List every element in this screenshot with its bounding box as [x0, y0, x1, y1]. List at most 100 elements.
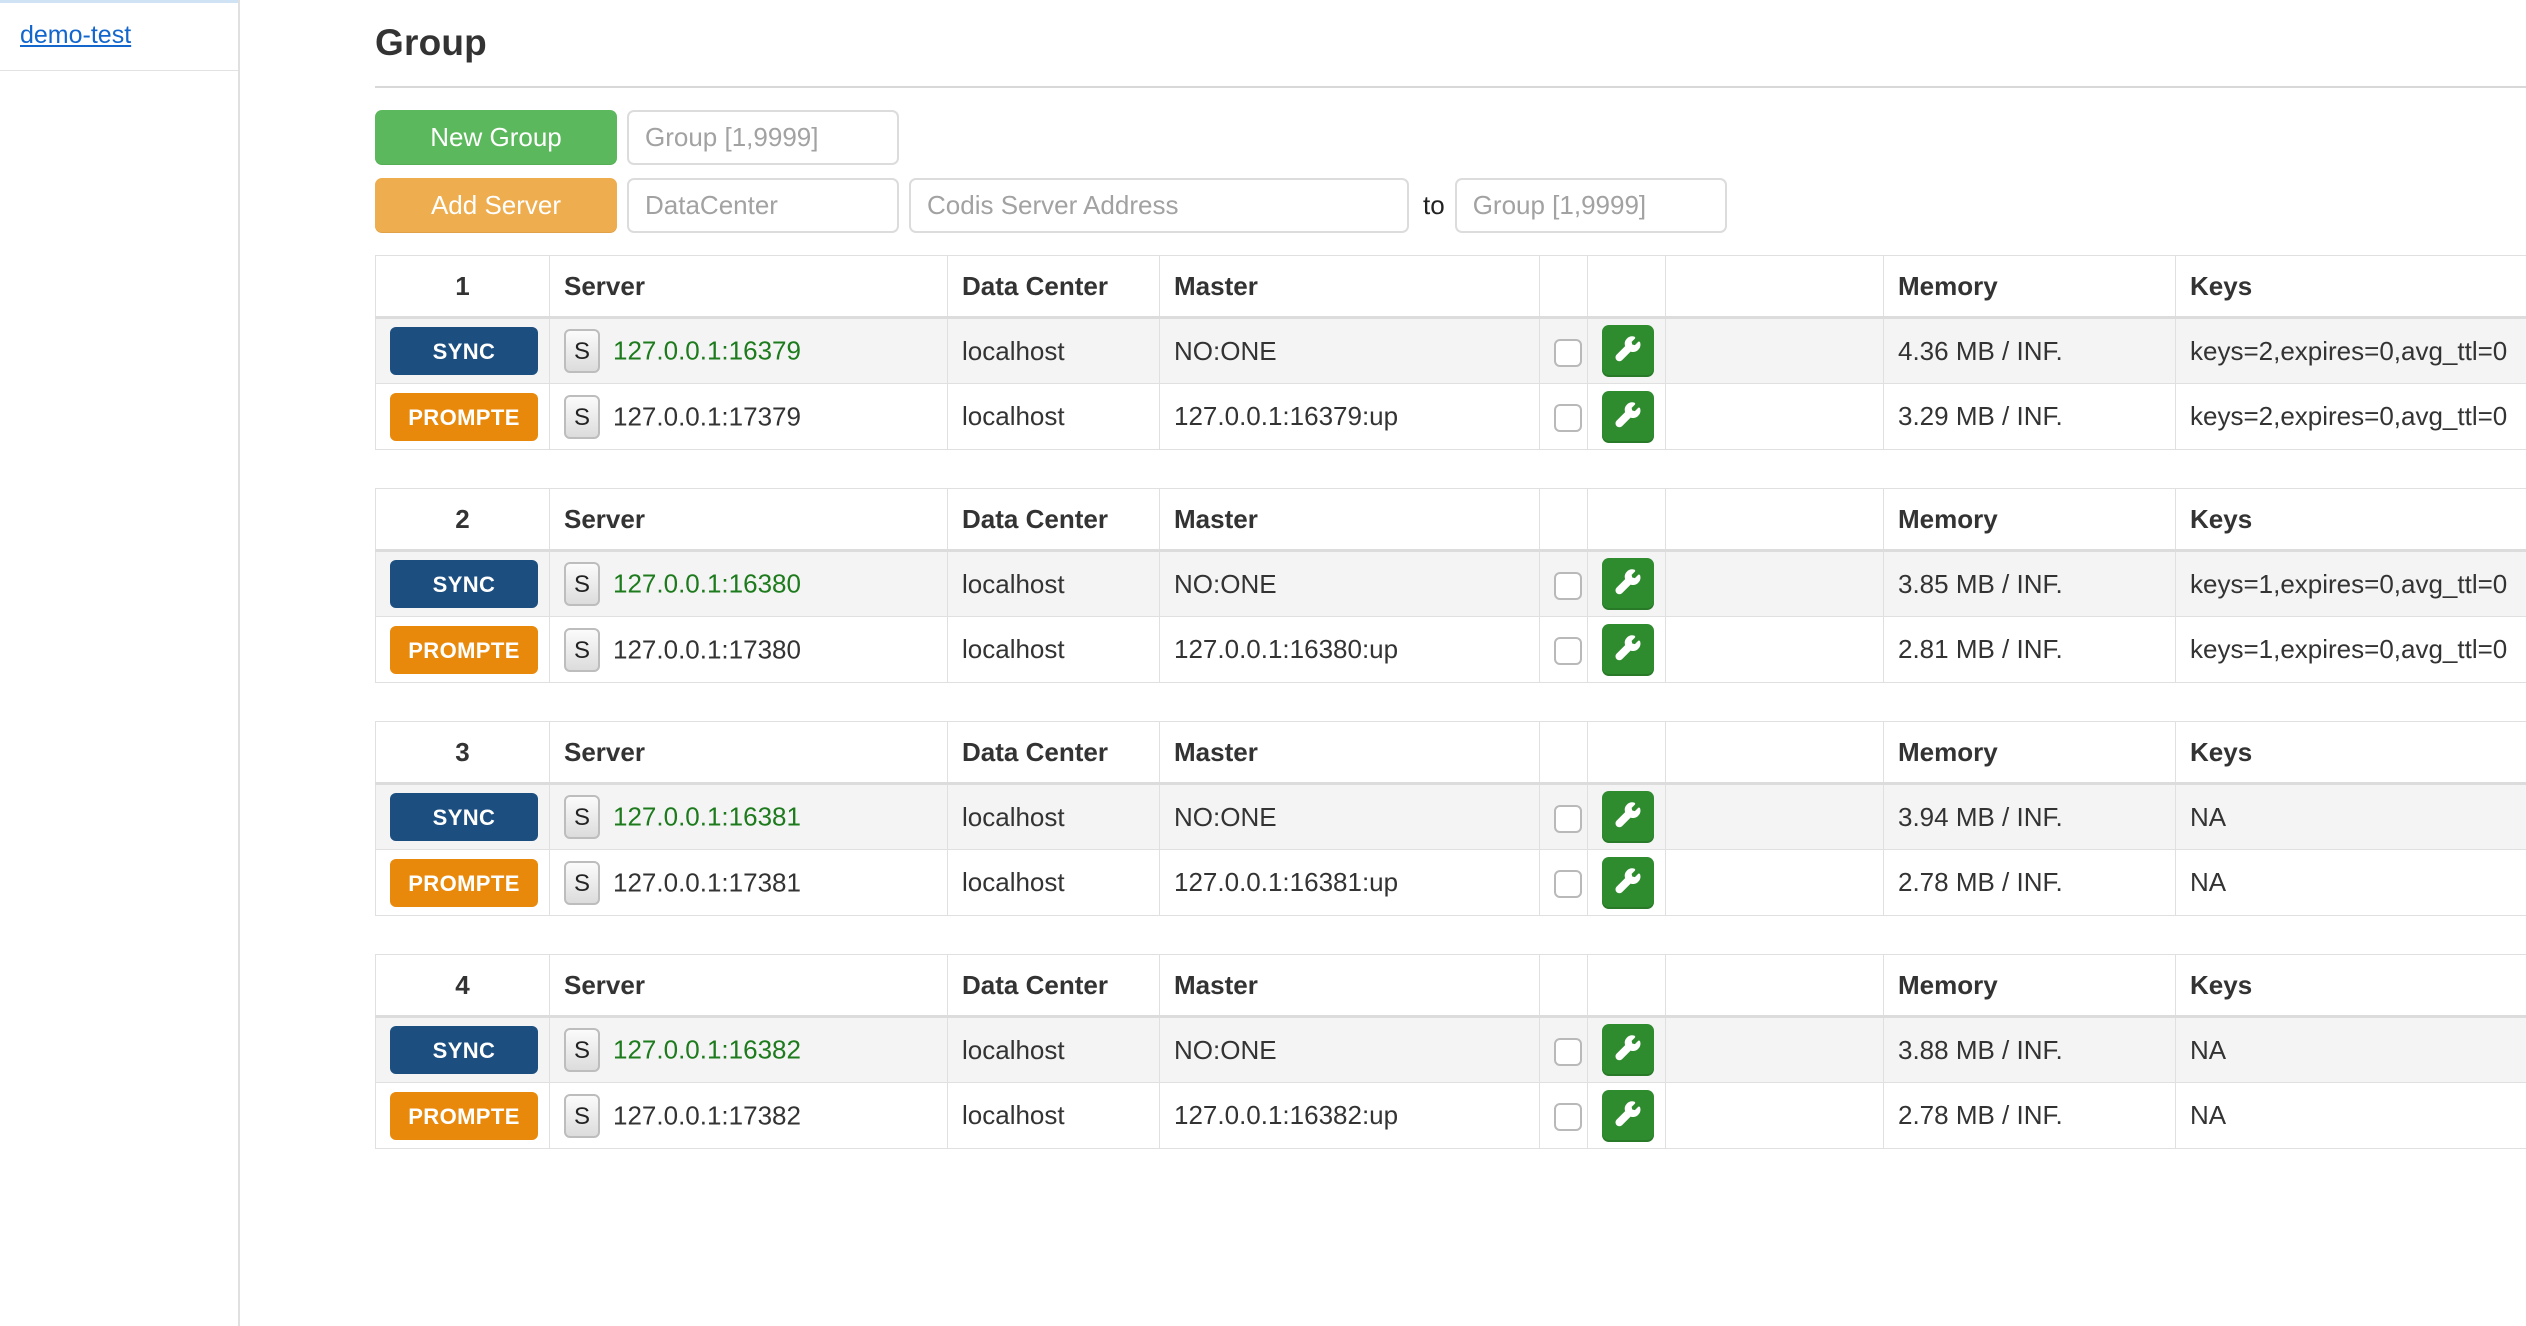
row-settings-cell	[1588, 850, 1666, 916]
wrench-icon[interactable]	[1602, 1024, 1654, 1076]
master-header: Master	[1160, 256, 1540, 318]
wrench-icon[interactable]	[1602, 624, 1654, 676]
data-center-cell: localhost	[948, 318, 1160, 384]
master-header: Master	[1160, 722, 1540, 784]
server-address[interactable]: 127.0.0.1:17380	[613, 634, 801, 664]
wrench-icon[interactable]	[1602, 857, 1654, 909]
add-server-button[interactable]: Add Server	[375, 178, 617, 233]
row-checkbox[interactable]	[1554, 870, 1582, 898]
table-row: SYNC S 127.0.0.1:16380 localhostNO:ONE 3.85 …	[376, 551, 2526, 617]
slave-badge[interactable]: S	[564, 795, 600, 839]
keys-cell: NA	[2176, 784, 2526, 850]
server-header: Server	[550, 489, 948, 551]
codis-group-page: demo-test Group New Group Add Server to …	[0, 0, 2526, 1326]
codis-server-address-input[interactable]	[909, 178, 1409, 233]
select-header	[1540, 722, 1588, 784]
group-table-body: SYNCS127.0.0.1:16379localhostNO:ONE4.36 …	[376, 318, 2526, 450]
slave-badge[interactable]: S	[564, 861, 600, 905]
server-address[interactable]: 127.0.0.1:16381	[613, 802, 801, 832]
server-cell: S 127.0.0.1:17382	[550, 1083, 948, 1149]
keys-cell: keys=1,expires=0,avg_ttl=0	[2176, 551, 2526, 617]
server-address[interactable]: 127.0.0.1:16379	[613, 336, 801, 366]
row-checkbox[interactable]	[1554, 572, 1582, 600]
row-checkbox[interactable]	[1554, 637, 1582, 665]
actions-header	[1588, 955, 1666, 1017]
new-group-button[interactable]: New Group	[375, 110, 617, 165]
server-address[interactable]: 127.0.0.1:17379	[613, 401, 801, 431]
sidebar-item-label[interactable]: demo-test	[20, 21, 131, 49]
keys-header: Keys	[2176, 256, 2526, 318]
wrench-icon[interactable]	[1602, 791, 1654, 843]
row-select-cell	[1540, 784, 1588, 850]
keys-cell: NA	[2176, 850, 2526, 916]
slave-badge[interactable]: S	[564, 1094, 600, 1138]
sync-button[interactable]: SYNC	[390, 560, 538, 608]
memory-cell: 3.85 MB / INF.	[1884, 551, 2176, 617]
group-table-header-row: 2 Server Data Center Master Memory Keys	[376, 489, 2526, 551]
memory-header: Memory	[1884, 955, 2176, 1017]
memory-cell: 2.78 MB / INF.	[1884, 850, 2176, 916]
server-address[interactable]: 127.0.0.1:17382	[613, 1100, 801, 1130]
server-address[interactable]: 127.0.0.1:16382	[613, 1035, 801, 1065]
row-select-cell	[1540, 1083, 1588, 1149]
server-address[interactable]: 127.0.0.1:16380	[613, 569, 801, 599]
group-id-header: 3	[376, 722, 550, 784]
slave-badge[interactable]: S	[564, 395, 600, 439]
memory-header: Memory	[1884, 256, 2176, 318]
spacer-cell	[1666, 850, 1884, 916]
spacer-cell	[1666, 551, 1884, 617]
table-row: PROMPTES127.0.0.1:17382localhost127.0.0.…	[376, 1083, 2526, 1149]
master-cell: NO:ONE	[1160, 1017, 1540, 1083]
sync-button[interactable]: SYNC	[390, 327, 538, 375]
keys-cell: keys=2,expires=0,avg_ttl=0	[2176, 384, 2526, 450]
server-header: Server	[550, 256, 948, 318]
new-group-id-input[interactable]	[627, 110, 899, 165]
row-action-cell: PROMPTE	[376, 1083, 550, 1149]
row-checkbox[interactable]	[1554, 1103, 1582, 1131]
group-id-header: 1	[376, 256, 550, 318]
keys-header: Keys	[2176, 955, 2526, 1017]
table-row: PROMPTES127.0.0.1:17380localhost127.0.0.…	[376, 617, 2526, 683]
data-center-cell: localhost	[948, 551, 1160, 617]
prompte-button[interactable]: PROMPTE	[390, 859, 538, 907]
memory-cell: 4.36 MB / INF.	[1884, 318, 2176, 384]
prompte-button[interactable]: PROMPTE	[390, 393, 538, 441]
table-row: PROMPTES127.0.0.1:17381localhost127.0.0.…	[376, 850, 2526, 916]
row-checkbox[interactable]	[1554, 339, 1582, 367]
prompte-button[interactable]: PROMPTE	[390, 626, 538, 674]
slave-badge[interactable]: S	[564, 628, 600, 672]
wrench-icon[interactable]	[1602, 325, 1654, 377]
row-select-cell	[1540, 850, 1588, 916]
prompte-button[interactable]: PROMPTE	[390, 1092, 538, 1140]
keys-cell: NA	[2176, 1083, 2526, 1149]
actions-header	[1588, 722, 1666, 784]
to-label: to	[1423, 190, 1445, 221]
spacer-header	[1666, 489, 1884, 551]
new-group-form-row: New Group	[375, 110, 2526, 165]
slave-badge[interactable]: S	[564, 562, 600, 606]
sidebar-item-demo-test[interactable]: demo-test	[0, 0, 238, 71]
datacenter-input[interactable]	[627, 178, 899, 233]
row-checkbox[interactable]	[1554, 404, 1582, 432]
master-cell: NO:ONE	[1160, 551, 1540, 617]
row-checkbox[interactable]	[1554, 805, 1582, 833]
slave-badge[interactable]: S	[564, 329, 600, 373]
data-center-cell: localhost	[948, 1017, 1160, 1083]
wrench-icon[interactable]	[1602, 558, 1654, 610]
spacer-cell	[1666, 1017, 1884, 1083]
spacer-header	[1666, 955, 1884, 1017]
target-group-id-input[interactable]	[1455, 178, 1727, 233]
sync-button[interactable]: SYNC	[390, 793, 538, 841]
sync-button[interactable]: SYNC	[390, 1026, 538, 1074]
keys-cell: keys=1,expires=0,avg_ttl=0	[2176, 617, 2526, 683]
group-table-header-row: 3 Server Data Center Master Memory Keys	[376, 722, 2526, 784]
server-address[interactable]: 127.0.0.1:17381	[613, 867, 801, 897]
wrench-icon[interactable]	[1602, 1090, 1654, 1142]
row-select-cell	[1540, 551, 1588, 617]
group-table-head: 1 Server Data Center Master Memory Keys	[376, 256, 2526, 318]
select-header	[1540, 256, 1588, 318]
slave-badge[interactable]: S	[564, 1028, 600, 1072]
row-checkbox[interactable]	[1554, 1038, 1582, 1066]
spacer-cell	[1666, 617, 1884, 683]
wrench-icon[interactable]	[1602, 391, 1654, 443]
